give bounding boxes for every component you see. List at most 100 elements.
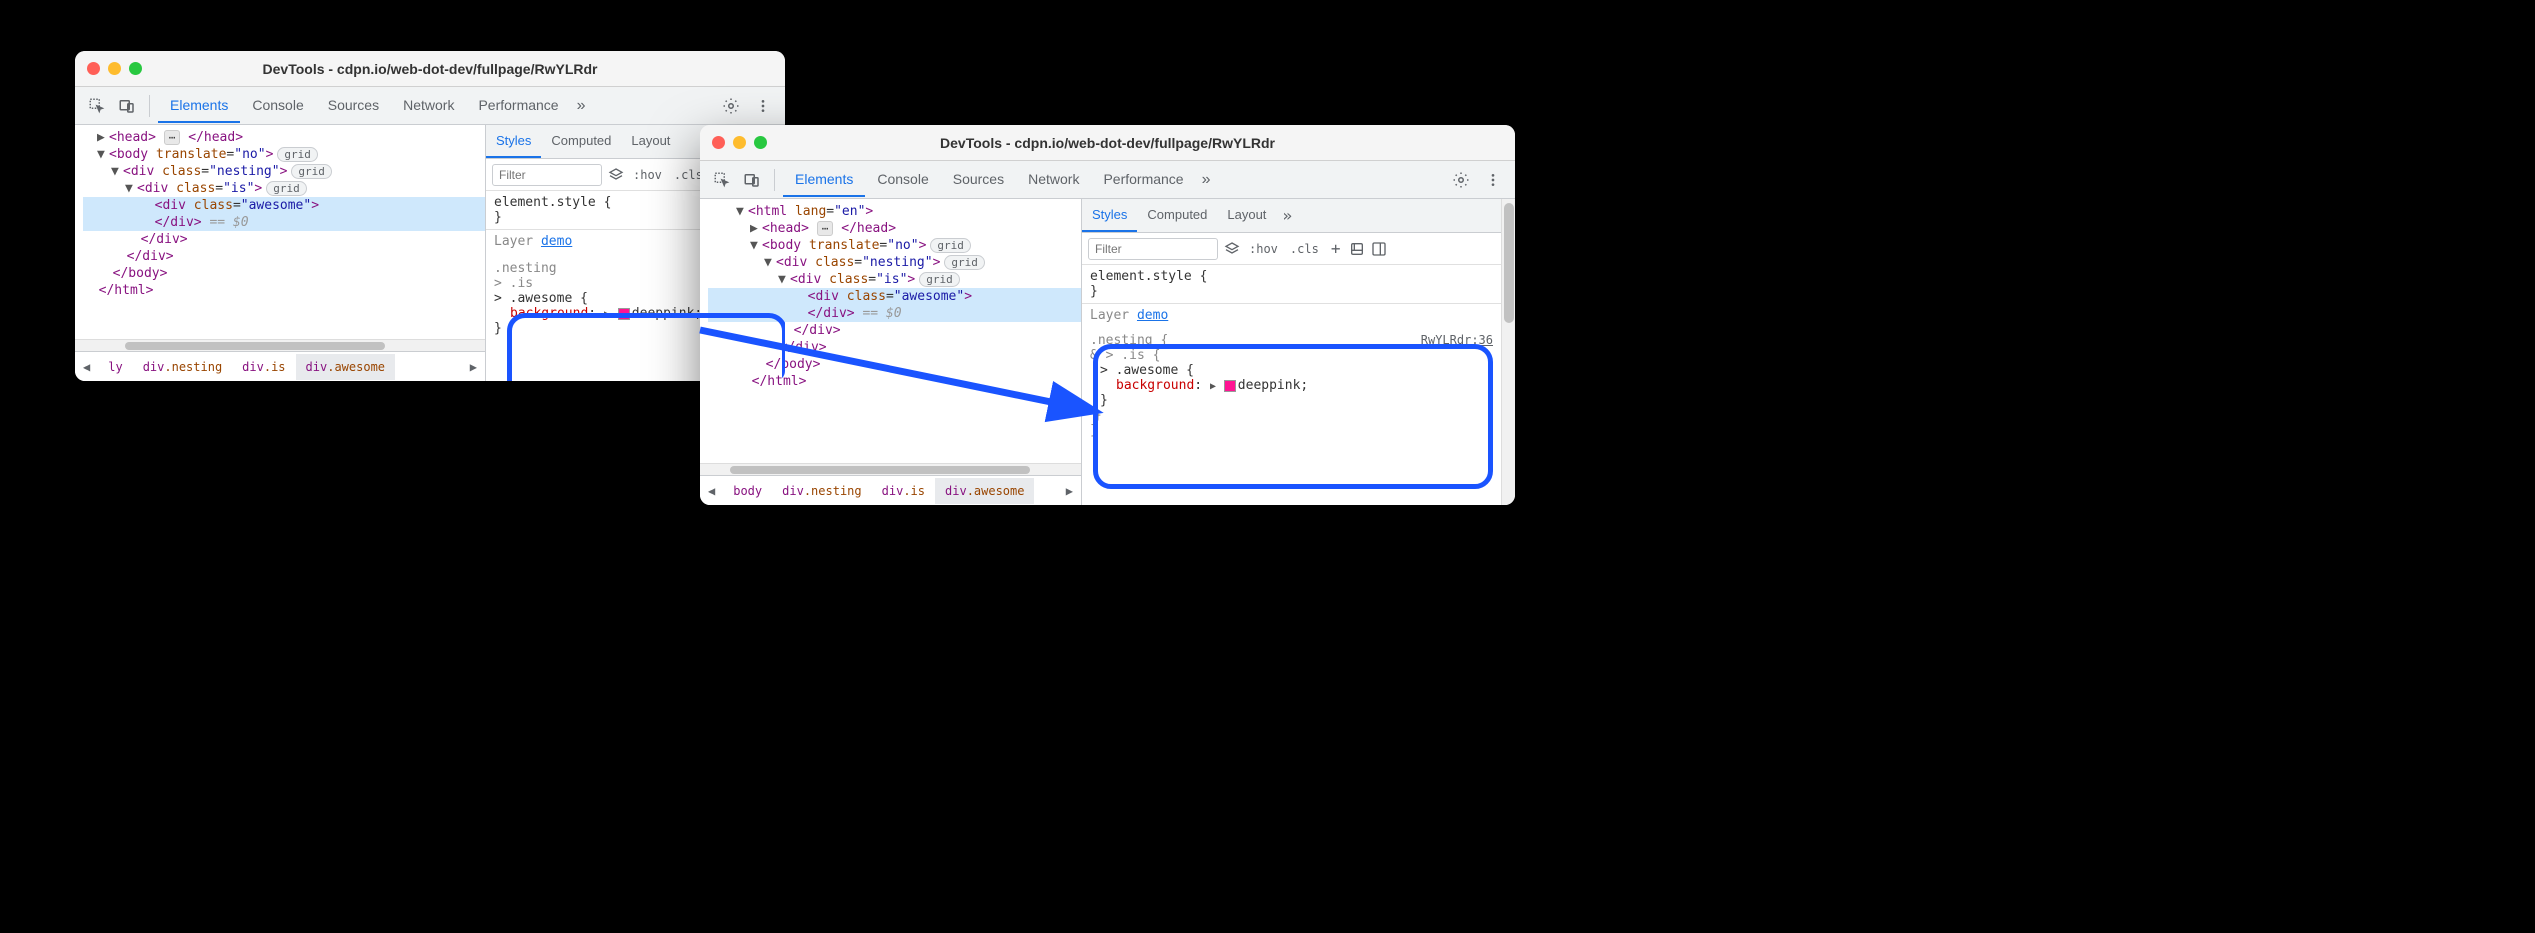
grid-badge[interactable]: grid (291, 164, 332, 179)
tab-console[interactable]: Console (240, 89, 315, 123)
tab-elements[interactable]: Elements (158, 89, 240, 123)
horizontal-scrollbar[interactable] (75, 339, 485, 351)
kebab-menu-icon[interactable] (1479, 166, 1507, 194)
more-tabs-icon[interactable]: » (571, 93, 592, 119)
titlebar: DevTools - cdpn.io/web-dot-dev/fullpage/… (75, 51, 785, 87)
tab-sources[interactable]: Sources (941, 163, 1016, 197)
color-swatch[interactable] (1224, 380, 1236, 392)
grid-badge[interactable]: grid (930, 238, 971, 253)
flexbox-editor-icon[interactable] (1349, 241, 1365, 257)
crumb-div-awesome[interactable]: div.awesome (296, 354, 395, 380)
dom-tree[interactable]: ▼<html lang="en"> ▶<head> ⋯ </head> ▼<bo… (700, 199, 1081, 463)
selected-node[interactable]: <div class="awesome"> (708, 288, 1081, 305)
color-swatch[interactable] (618, 308, 630, 320)
settings-gear-icon[interactable] (1447, 166, 1475, 194)
hov-button[interactable]: :hov (630, 166, 665, 184)
collapsed-dots-badge[interactable]: ⋯ (817, 221, 834, 236)
grid-badge[interactable]: grid (919, 272, 960, 287)
styles-tab-layout[interactable]: Layout (1217, 199, 1276, 232)
elements-pane: ▶<head> ⋯ </head> ▼<body translate="no">… (75, 125, 485, 381)
minimize-window-button[interactable] (733, 136, 746, 149)
crumb-div-is[interactable]: div.is (872, 478, 935, 504)
styles-toolbar: :hov .cls + (1082, 233, 1501, 265)
styles-filter-input[interactable] (1088, 238, 1218, 260)
zoom-window-button[interactable] (754, 136, 767, 149)
separator (149, 95, 150, 117)
crumb-div-nesting[interactable]: div.nesting (133, 354, 232, 380)
minimize-window-button[interactable] (108, 62, 121, 75)
main-toolbar: Elements Console Sources Network Perform… (700, 161, 1515, 199)
styles-pane: Styles Computed Layout » :hov .cls + ele… (1081, 199, 1501, 505)
panel-tabs: Elements Console Sources Network Perform… (158, 89, 592, 123)
grid-badge[interactable]: grid (277, 147, 318, 162)
collapsed-dots-badge[interactable]: ⋯ (164, 130, 181, 145)
styles-tab-computed[interactable]: Computed (1137, 199, 1217, 232)
breadcrumb-next-icon[interactable]: ▶ (462, 360, 485, 374)
separator (774, 169, 775, 191)
elements-pane: ▼<html lang="en"> ▶<head> ⋯ </head> ▼<bo… (700, 199, 1081, 505)
crumb-div-nesting[interactable]: div.nesting (772, 478, 871, 504)
inspect-element-icon[interactable] (83, 92, 111, 120)
add-rule-button[interactable]: + (1328, 237, 1344, 260)
main-toolbar: Elements Console Sources Network Perform… (75, 87, 785, 125)
body-panes: ▶<head> ⋯ </head> ▼<body translate="no">… (75, 125, 785, 381)
grid-badge[interactable]: grid (944, 255, 985, 270)
vertical-scrollbar[interactable] (1501, 199, 1515, 505)
styles-tab-layout[interactable]: Layout (621, 125, 680, 158)
kebab-menu-icon[interactable] (749, 92, 777, 120)
style-rules[interactable]: element.style {} Layer demo (1082, 265, 1501, 327)
styles-filter-input[interactable] (492, 164, 602, 186)
devtools-window-2: DevTools - cdpn.io/web-dot-dev/fullpage/… (700, 125, 1515, 505)
selected-node[interactable]: <div class="awesome"> (83, 197, 485, 214)
horizontal-scrollbar[interactable] (700, 463, 1081, 475)
styles-tab-styles[interactable]: Styles (1082, 199, 1137, 232)
close-window-button[interactable] (712, 136, 725, 149)
close-window-button[interactable] (87, 62, 100, 75)
crumb-div-awesome[interactable]: div.awesome (935, 478, 1034, 504)
inspect-element-icon[interactable] (708, 166, 736, 194)
more-styles-tabs-icon[interactable]: » (1276, 202, 1298, 229)
breadcrumb-prev-icon[interactable]: ◀ (75, 360, 98, 374)
tab-performance[interactable]: Performance (466, 89, 570, 123)
panel-tabs: Elements Console Sources Network Perform… (783, 163, 1217, 197)
tab-network[interactable]: Network (391, 89, 466, 123)
traffic-lights (87, 62, 142, 75)
device-toggle-icon[interactable] (113, 92, 141, 120)
dock-side-icon[interactable] (1371, 241, 1387, 257)
grid-badge[interactable]: grid (266, 181, 307, 196)
titlebar: DevTools - cdpn.io/web-dot-dev/fullpage/… (700, 125, 1515, 161)
layer-link[interactable]: demo (541, 234, 572, 249)
crumb-body[interactable]: body (723, 478, 772, 504)
settings-gear-icon[interactable] (717, 92, 745, 120)
window-title: DevTools - cdpn.io/web-dot-dev/fullpage/… (263, 61, 598, 77)
window-title: DevTools - cdpn.io/web-dot-dev/fullpage/… (940, 135, 1275, 151)
tab-elements[interactable]: Elements (783, 163, 865, 197)
hov-button[interactable]: :hov (1246, 240, 1281, 258)
element-style-rule[interactable]: element.style {} (1090, 269, 1493, 299)
crumb-body[interactable]: ly (98, 354, 132, 380)
layer-link[interactable]: demo (1137, 308, 1168, 323)
tab-sources[interactable]: Sources (316, 89, 391, 123)
devtools-window-1: DevTools - cdpn.io/web-dot-dev/fullpage/… (75, 51, 785, 381)
tab-performance[interactable]: Performance (1091, 163, 1195, 197)
tab-network[interactable]: Network (1016, 163, 1091, 197)
body-panes: ▼<html lang="en"> ▶<head> ⋯ </head> ▼<bo… (700, 199, 1515, 505)
styles-tab-styles[interactable]: Styles (486, 125, 541, 158)
layers-icon[interactable] (608, 167, 624, 183)
tab-console[interactable]: Console (865, 163, 940, 197)
breadcrumbs: ◀ body div.nesting div.is div.awesome ▶ (700, 475, 1081, 505)
breadcrumb-next-icon[interactable]: ▶ (1058, 484, 1081, 498)
zoom-window-button[interactable] (129, 62, 142, 75)
cls-button[interactable]: .cls (1287, 240, 1322, 258)
source-link[interactable]: RwYLRdr:36 (1421, 333, 1493, 347)
layers-icon[interactable] (1224, 241, 1240, 257)
traffic-lights (712, 136, 767, 149)
device-toggle-icon[interactable] (738, 166, 766, 194)
breadcrumbs: ◀ ly div.nesting div.is div.awesome ▶ (75, 351, 485, 381)
dom-tree[interactable]: ▶<head> ⋯ </head> ▼<body translate="no">… (75, 125, 485, 339)
styles-tabs: Styles Computed Layout » (1082, 199, 1501, 233)
more-tabs-icon[interactable]: » (1196, 167, 1217, 193)
breadcrumb-prev-icon[interactable]: ◀ (700, 484, 723, 498)
styles-tab-computed[interactable]: Computed (541, 125, 621, 158)
crumb-div-is[interactable]: div.is (232, 354, 295, 380)
